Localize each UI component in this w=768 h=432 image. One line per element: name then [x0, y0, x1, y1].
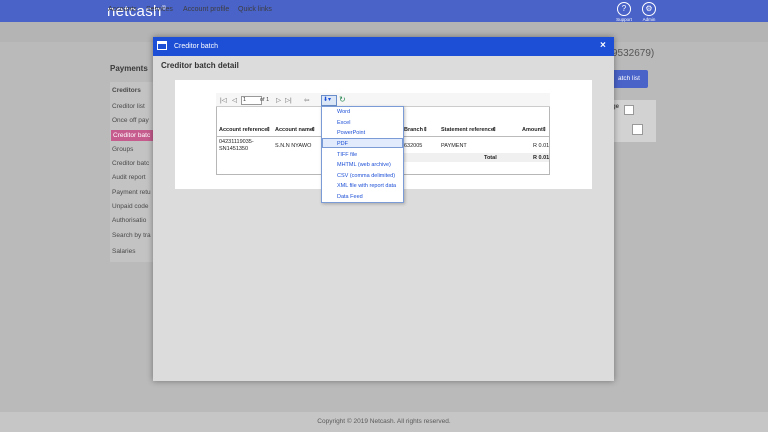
- menu-item-data-feed[interactable]: Data Feed: [337, 194, 363, 200]
- column-branch[interactable]: Branch: [404, 127, 423, 133]
- sort-icon[interactable]: ⇕: [266, 127, 271, 133]
- menu-item-mhtml[interactable]: MHTML (web archive): [337, 162, 391, 168]
- page-number-input[interactable]: 1: [241, 96, 262, 105]
- sidebar-item-unpaid-codes[interactable]: Unpaid code: [112, 203, 149, 210]
- cell-amount: R 0.01: [533, 143, 550, 149]
- cell-account-name: S.N.N NYAWO: [275, 143, 312, 149]
- next-page-icon[interactable]: ▷: [276, 96, 281, 104]
- menu-item-excel[interactable]: Excel: [337, 120, 350, 126]
- total-amount: R 0.01: [533, 155, 550, 161]
- total-label: Total: [484, 155, 497, 161]
- copyright-text: Copyright © 2019 Netcash. All rights res…: [317, 418, 451, 425]
- cell-account-reference-line2: SN1451350: [219, 146, 249, 152]
- sidebar-item-payment-returns[interactable]: Payment retu: [112, 189, 151, 196]
- sidebar-header-creditors[interactable]: Creditors: [112, 87, 141, 94]
- sidebar-item-audit-report[interactable]: Audit report: [112, 174, 146, 181]
- total-row: [400, 153, 549, 162]
- refresh-icon[interactable]: ↻: [339, 95, 346, 104]
- support-button[interactable]: ? Support: [612, 2, 636, 22]
- detail-title: Creditor batch detail: [161, 61, 239, 70]
- menu-item-word[interactable]: Word: [337, 109, 350, 115]
- window-icon: [157, 41, 167, 50]
- sidebar-item-authorisation[interactable]: Authorisatio: [112, 217, 146, 224]
- sort-icon[interactable]: ⇕: [542, 127, 547, 133]
- nav-account-profile[interactable]: Account profile: [183, 6, 229, 13]
- sidebar-item-once-off[interactable]: Once off pay: [112, 117, 149, 124]
- export-icon: ⬇▾: [323, 97, 332, 103]
- cell-branch: 632005: [404, 143, 423, 149]
- payments-title: Payments: [110, 64, 148, 73]
- question-icon: ?: [617, 2, 631, 16]
- nav-quick-links[interactable]: Quick links: [238, 6, 272, 13]
- admin-button[interactable]: ⚙ Admin: [637, 2, 661, 22]
- cell-statement-reference: PAYMENT: [441, 143, 467, 149]
- sidebar-header-salaries[interactable]: Salaries: [112, 248, 135, 255]
- last-page-icon[interactable]: ▷|: [285, 96, 292, 104]
- previous-page-icon[interactable]: ◁: [232, 96, 237, 104]
- account-number-title: 9532679): [612, 48, 655, 59]
- menu-item-xml[interactable]: XML file with report data: [337, 183, 396, 189]
- sort-icon[interactable]: ⇕: [423, 127, 428, 133]
- page-count-label: of 1: [260, 97, 270, 103]
- sort-icon[interactable]: ⇕: [492, 127, 497, 133]
- menu-item-highlight: [322, 138, 403, 148]
- gear-icon: ⚙: [642, 2, 656, 16]
- nav-services[interactable]: Services: [146, 6, 173, 13]
- modal-title: Creditor batch: [174, 43, 218, 50]
- cell-account-reference: 04231119035-: [219, 139, 254, 145]
- menu-item-csv[interactable]: CSV (comma delimited): [337, 173, 395, 179]
- sidebar-item-creditor-list[interactable]: Creditor list: [112, 103, 145, 110]
- menu-item-powerpoint[interactable]: PowerPoint: [337, 130, 365, 136]
- row-checkbox[interactable]: [632, 124, 643, 135]
- menu-item-tiff[interactable]: TIFF file: [337, 152, 357, 158]
- sidebar-item-creditor-batch[interactable]: Creditor batc: [112, 160, 149, 167]
- sidebar-item-search[interactable]: Search by tra: [112, 232, 151, 239]
- modal-header: [153, 37, 614, 56]
- nav-accounts[interactable]: Accounts: [108, 6, 137, 13]
- panel-checkbox[interactable]: [624, 105, 634, 115]
- column-account-name[interactable]: Account name: [275, 127, 313, 133]
- back-icon[interactable]: ⇦: [304, 96, 309, 104]
- sidebar-item-groups[interactable]: Groups: [112, 146, 133, 153]
- column-statement-reference[interactable]: Statement reference: [441, 127, 494, 133]
- close-icon[interactable]: ×: [600, 40, 606, 51]
- column-account-reference[interactable]: Account reference: [219, 127, 267, 133]
- sort-icon[interactable]: ⇕: [311, 127, 316, 133]
- first-page-icon[interactable]: |◁: [220, 96, 227, 104]
- menu-item-pdf[interactable]: PDF: [337, 141, 348, 147]
- column-amount[interactable]: Amount: [522, 127, 543, 133]
